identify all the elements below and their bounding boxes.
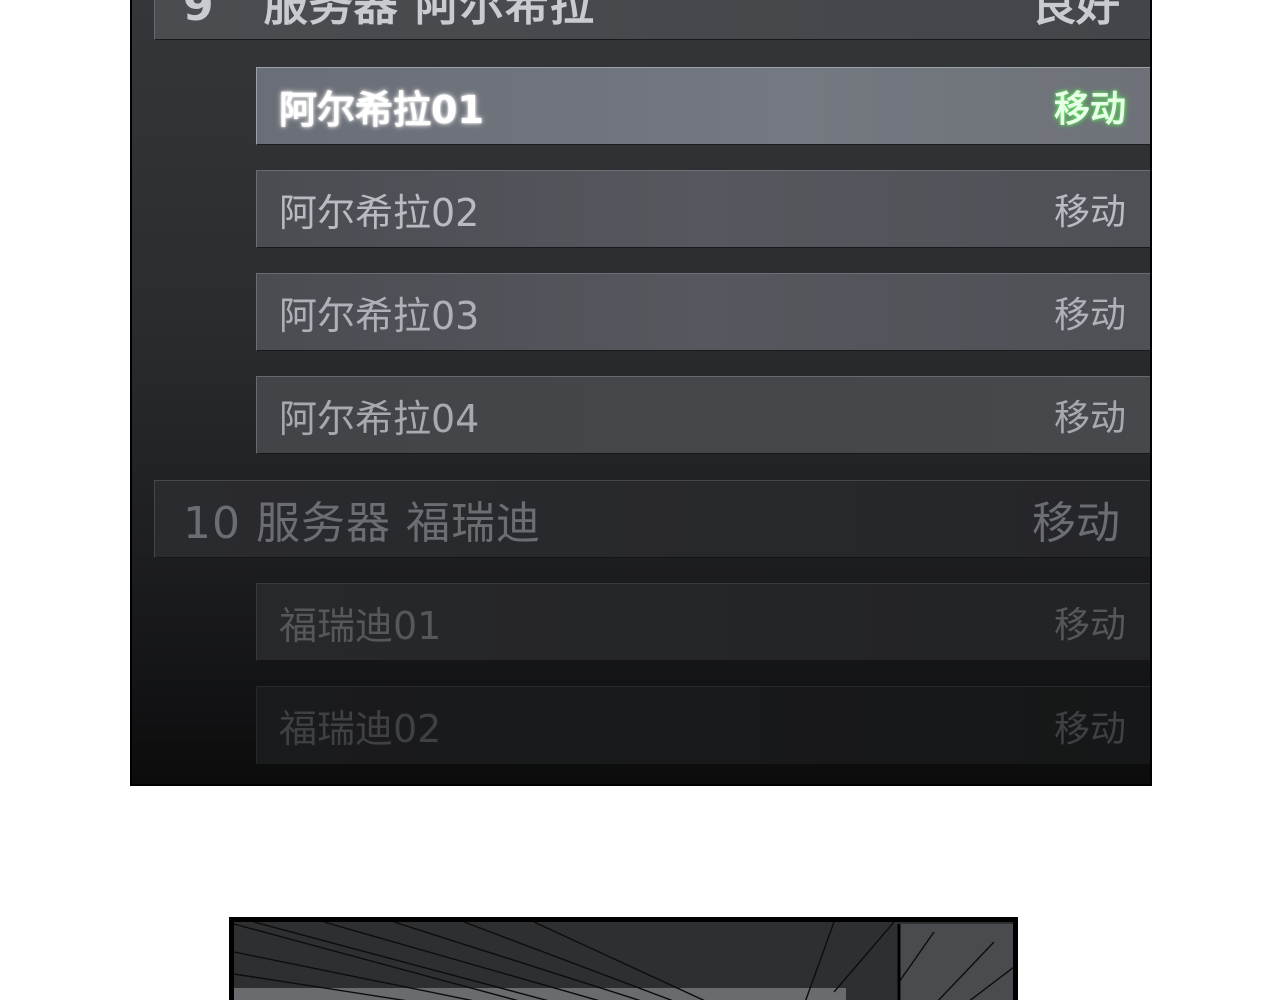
- channel-name: 阿尔希拉04: [279, 396, 480, 441]
- next-panel-preview: [229, 917, 1018, 1000]
- server-row-furuidi[interactable]: 10 服务器 福瑞迪 移动: [154, 480, 1150, 558]
- server-name: 服务器 福瑞迪: [256, 498, 541, 549]
- channel-name: 阿尔希拉03: [279, 293, 480, 338]
- channel-name: 阿尔希拉01: [279, 87, 484, 132]
- server-number: 10: [183, 498, 241, 549]
- channel-status: 移动: [1053, 192, 1126, 233]
- server-name: 服务器 阿尔希拉: [263, 0, 595, 31]
- server-label: 10 服务器 福瑞迪: [183, 487, 541, 551]
- server-status: 良好: [1032, 0, 1120, 31]
- channel-name: 福瑞迪02: [279, 707, 442, 751]
- channel-row-alxila-02[interactable]: 阿尔希拉02 移动: [256, 170, 1150, 248]
- channel-status: 移动: [1053, 295, 1126, 336]
- server-list-panel: 9 服务器 阿尔希拉 良好 阿尔希拉01 移动 阿尔希拉02 移动 阿尔希拉03…: [130, 0, 1152, 786]
- channel-row-alxila-01[interactable]: 阿尔希拉01 移动: [256, 67, 1150, 145]
- channel-status: 移动: [1053, 605, 1126, 646]
- channel-row-alxila-04[interactable]: 阿尔希拉04 移动: [256, 376, 1150, 454]
- channel-row-alxila-03[interactable]: 阿尔希拉03 移动: [256, 273, 1150, 351]
- channel-name: 福瑞迪01: [279, 603, 442, 648]
- channel-row-furuidi-02[interactable]: 福瑞迪02 移动: [256, 686, 1150, 764]
- channel-name: 阿尔希拉02: [279, 190, 480, 235]
- server-status: 移动: [1032, 498, 1120, 549]
- channel-row-furuidi-01[interactable]: 福瑞迪01 移动: [256, 583, 1150, 661]
- speed-lines-illustration: [234, 922, 1013, 1000]
- server-number: 9: [183, 0, 215, 31]
- server-row-alxila[interactable]: 9 服务器 阿尔希拉 良好: [154, 0, 1150, 40]
- channel-status: 移动: [1053, 708, 1126, 750]
- channel-status: 移动: [1053, 89, 1126, 130]
- server-label: 9 服务器 阿尔希拉: [183, 0, 595, 33]
- channel-status: 移动: [1053, 398, 1126, 439]
